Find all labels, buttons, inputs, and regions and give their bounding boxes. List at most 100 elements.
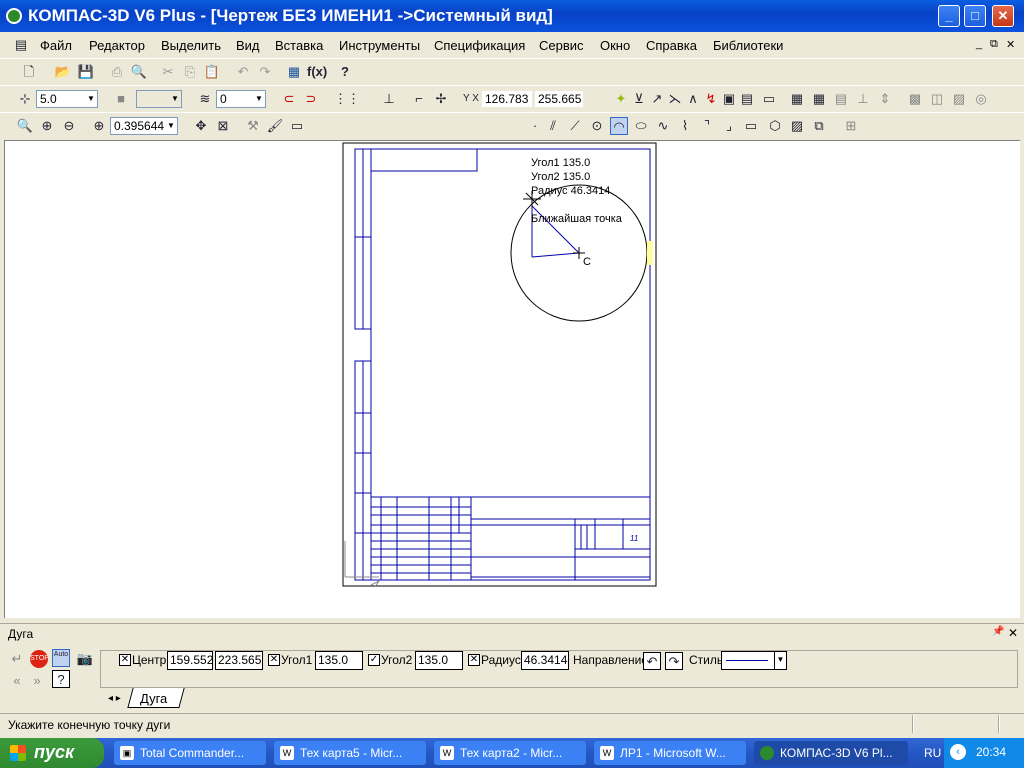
frame-icon[interactable]: ▭ <box>760 90 778 108</box>
layer-field[interactable]: 0 ▼ <box>216 90 266 108</box>
print-icon[interactable]: ⎙ <box>108 63 126 81</box>
drawing-svg[interactable]: 11 C Угол1 135.0 Угол2 135.0 Радиус 46.3… <box>5 141 1021 619</box>
document-icon[interactable]: ▤ <box>12 36 30 54</box>
zoom-scale-icon[interactable]: ⊕ <box>90 117 108 135</box>
snap-point-icon[interactable]: ∧ <box>684 90 702 108</box>
next-object-icon[interactable]: » <box>28 672 46 690</box>
angle2-checkbox[interactable]: ✓ <box>368 654 380 666</box>
task-kompas[interactable]: КОМПАС-3D V6 Pl... <box>754 741 908 765</box>
new-file-icon[interactable]: 🗋 <box>20 63 38 81</box>
angle2-field[interactable]: 135.0 <box>415 651 463 670</box>
polygon-icon[interactable]: ⬡ <box>766 117 784 135</box>
chevron-down-icon[interactable]: ▼ <box>253 91 265 107</box>
angle1-field[interactable]: 135.0 <box>315 651 363 670</box>
menu-libraries[interactable]: Библиотеки <box>713 38 783 53</box>
menu-specification[interactable]: Спецификация <box>434 38 525 53</box>
brush-icon[interactable]: 🖌 <box>266 117 284 135</box>
auto-create-button[interactable]: Auto <box>52 649 70 667</box>
fit-all-icon[interactable]: ⊠ <box>214 117 232 135</box>
menu-service[interactable]: Сервис <box>539 38 584 53</box>
spline-icon[interactable]: ∿ <box>654 117 672 135</box>
camera-icon[interactable]: 📷 <box>76 650 94 668</box>
manager-icon[interactable]: ▦ <box>285 63 303 81</box>
menu-editor[interactable]: Редактор <box>89 38 145 53</box>
tab-arc-label[interactable]: Дуга <box>140 691 167 706</box>
grid-icon[interactable]: ⋮⋮ <box>334 90 360 108</box>
zoom-in-icon[interactable]: ⊕ <box>38 117 56 135</box>
segment-icon[interactable]: ⟋ <box>566 117 584 135</box>
pan-icon[interactable]: ✥ <box>192 117 210 135</box>
menu-select[interactable]: Выделить <box>161 38 221 53</box>
lib-icon[interactable]: ▩ <box>906 90 924 108</box>
aux-line-icon[interactable]: ⫽ <box>544 117 562 135</box>
direction-cw-button[interactable]: ↷ <box>665 652 683 670</box>
snap-ends-icon[interactable]: ✦ <box>612 90 630 108</box>
maximize-button[interactable]: □ <box>964 5 986 27</box>
local-cs-icon[interactable]: ⊥ <box>380 90 398 108</box>
drawing-canvas[interactable]: 11 C Угол1 135.0 Угол2 135.0 Радиус 46.3… <box>4 140 1020 618</box>
layer-manager-icon[interactable]: ▦ <box>810 90 828 108</box>
chamfer-icon[interactable]: ⌟ <box>720 117 738 135</box>
task-word-tex2[interactable]: W Тех карта2 - Micr... <box>434 741 586 765</box>
snap-center-icon[interactable]: ↗ <box>648 90 666 108</box>
variables-icon[interactable]: f(x) <box>307 63 327 81</box>
zoom-field[interactable]: 0.395644 ▼ <box>110 117 178 135</box>
tray-arrow-icon[interactable]: ‹ <box>950 744 966 760</box>
circle-icon[interactable]: ⊙ <box>588 117 606 135</box>
task-word-lr1[interactable]: W ЛР1 - Microsoft W... <box>594 741 746 765</box>
fillet-icon[interactable]: ⌝ <box>698 117 716 135</box>
direction-ccw-button[interactable]: ↶ <box>643 652 661 670</box>
zoom-out-icon[interactable]: ⊖ <box>60 117 78 135</box>
display-icon[interactable]: ▭ <box>288 117 306 135</box>
open-file-icon[interactable]: 📂 <box>54 63 72 81</box>
align-icon[interactable]: ⊥ <box>854 90 872 108</box>
doc-restore-button[interactable]: ⧉ <box>990 38 998 51</box>
clock[interactable]: 20:34 <box>976 745 1006 759</box>
format-icon[interactable]: ▤ <box>832 90 850 108</box>
task-word-tex5[interactable]: W Тех карта5 - Micr... <box>274 741 426 765</box>
enter-object-icon[interactable]: ↵ <box>8 650 26 668</box>
cut-icon[interactable]: ✂ <box>159 63 177 81</box>
menu-help[interactable]: Справка <box>646 38 697 53</box>
chevron-down-icon[interactable]: ▼ <box>169 91 181 107</box>
rectangle-icon[interactable]: ▭ <box>742 117 760 135</box>
point-tool-icon[interactable]: · <box>526 117 544 135</box>
arc-icon[interactable]: ◠ <box>610 117 628 135</box>
preview-icon[interactable]: 🔍 <box>130 63 148 81</box>
chevron-down-icon[interactable]: ▼ <box>774 652 786 669</box>
language-indicator[interactable]: RU <box>924 746 941 760</box>
help-pointer-icon[interactable]: ? <box>336 63 354 81</box>
menu-file[interactable]: Файл <box>40 38 72 53</box>
ortho-icon[interactable]: ⌐ <box>410 90 428 108</box>
doc-close-button[interactable]: ✕ <box>1006 38 1015 51</box>
snap-middle-icon[interactable]: ⊻ <box>630 90 648 108</box>
center-x-field[interactable]: 159.552 <box>167 651 213 670</box>
style-select[interactable]: ▼ <box>721 651 787 670</box>
center-checkbox[interactable]: ✕ <box>119 654 131 666</box>
stop-button[interactable]: STOP <box>30 650 49 668</box>
coord-x-field[interactable]: 126.783 <box>481 90 533 108</box>
step-field[interactable]: 5.0 ▼ <box>36 90 98 108</box>
contour-icon[interactable]: ⧉ <box>810 117 828 135</box>
close-button[interactable]: ✕ <box>992 5 1014 27</box>
save-icon[interactable]: 💾 <box>77 63 95 81</box>
undo-icon[interactable]: ↶ <box>234 63 252 81</box>
chevron-down-icon[interactable]: ▼ <box>85 91 97 107</box>
layer-icon[interactable]: ≋ <box>196 90 214 108</box>
center-y-field[interactable]: 223.565 <box>215 651 263 670</box>
pin-icon[interactable]: 📌 <box>992 626 1004 637</box>
redo-icon[interactable]: ↷ <box>256 63 274 81</box>
minimize-button[interactable]: _ <box>938 5 960 27</box>
angle1-checkbox[interactable]: ✕ <box>268 654 280 666</box>
prev-object-icon[interactable]: « <box>8 672 26 690</box>
paste-icon[interactable]: 📋 <box>203 63 221 81</box>
snap-intersection-icon[interactable]: ⋋ <box>666 90 684 108</box>
round-icon[interactable]: ✢ <box>432 90 450 108</box>
measure-icon[interactable]: ⇕ <box>876 90 894 108</box>
snap-quadrant-icon[interactable]: ↯ <box>702 90 720 108</box>
snap-text-icon[interactable]: ▤ <box>738 90 756 108</box>
start-button[interactable]: пуск <box>0 738 104 768</box>
menu-insert[interactable]: Вставка <box>275 38 323 53</box>
menu-window[interactable]: Окно <box>600 38 630 53</box>
lib2-icon[interactable]: ◫ <box>928 90 946 108</box>
